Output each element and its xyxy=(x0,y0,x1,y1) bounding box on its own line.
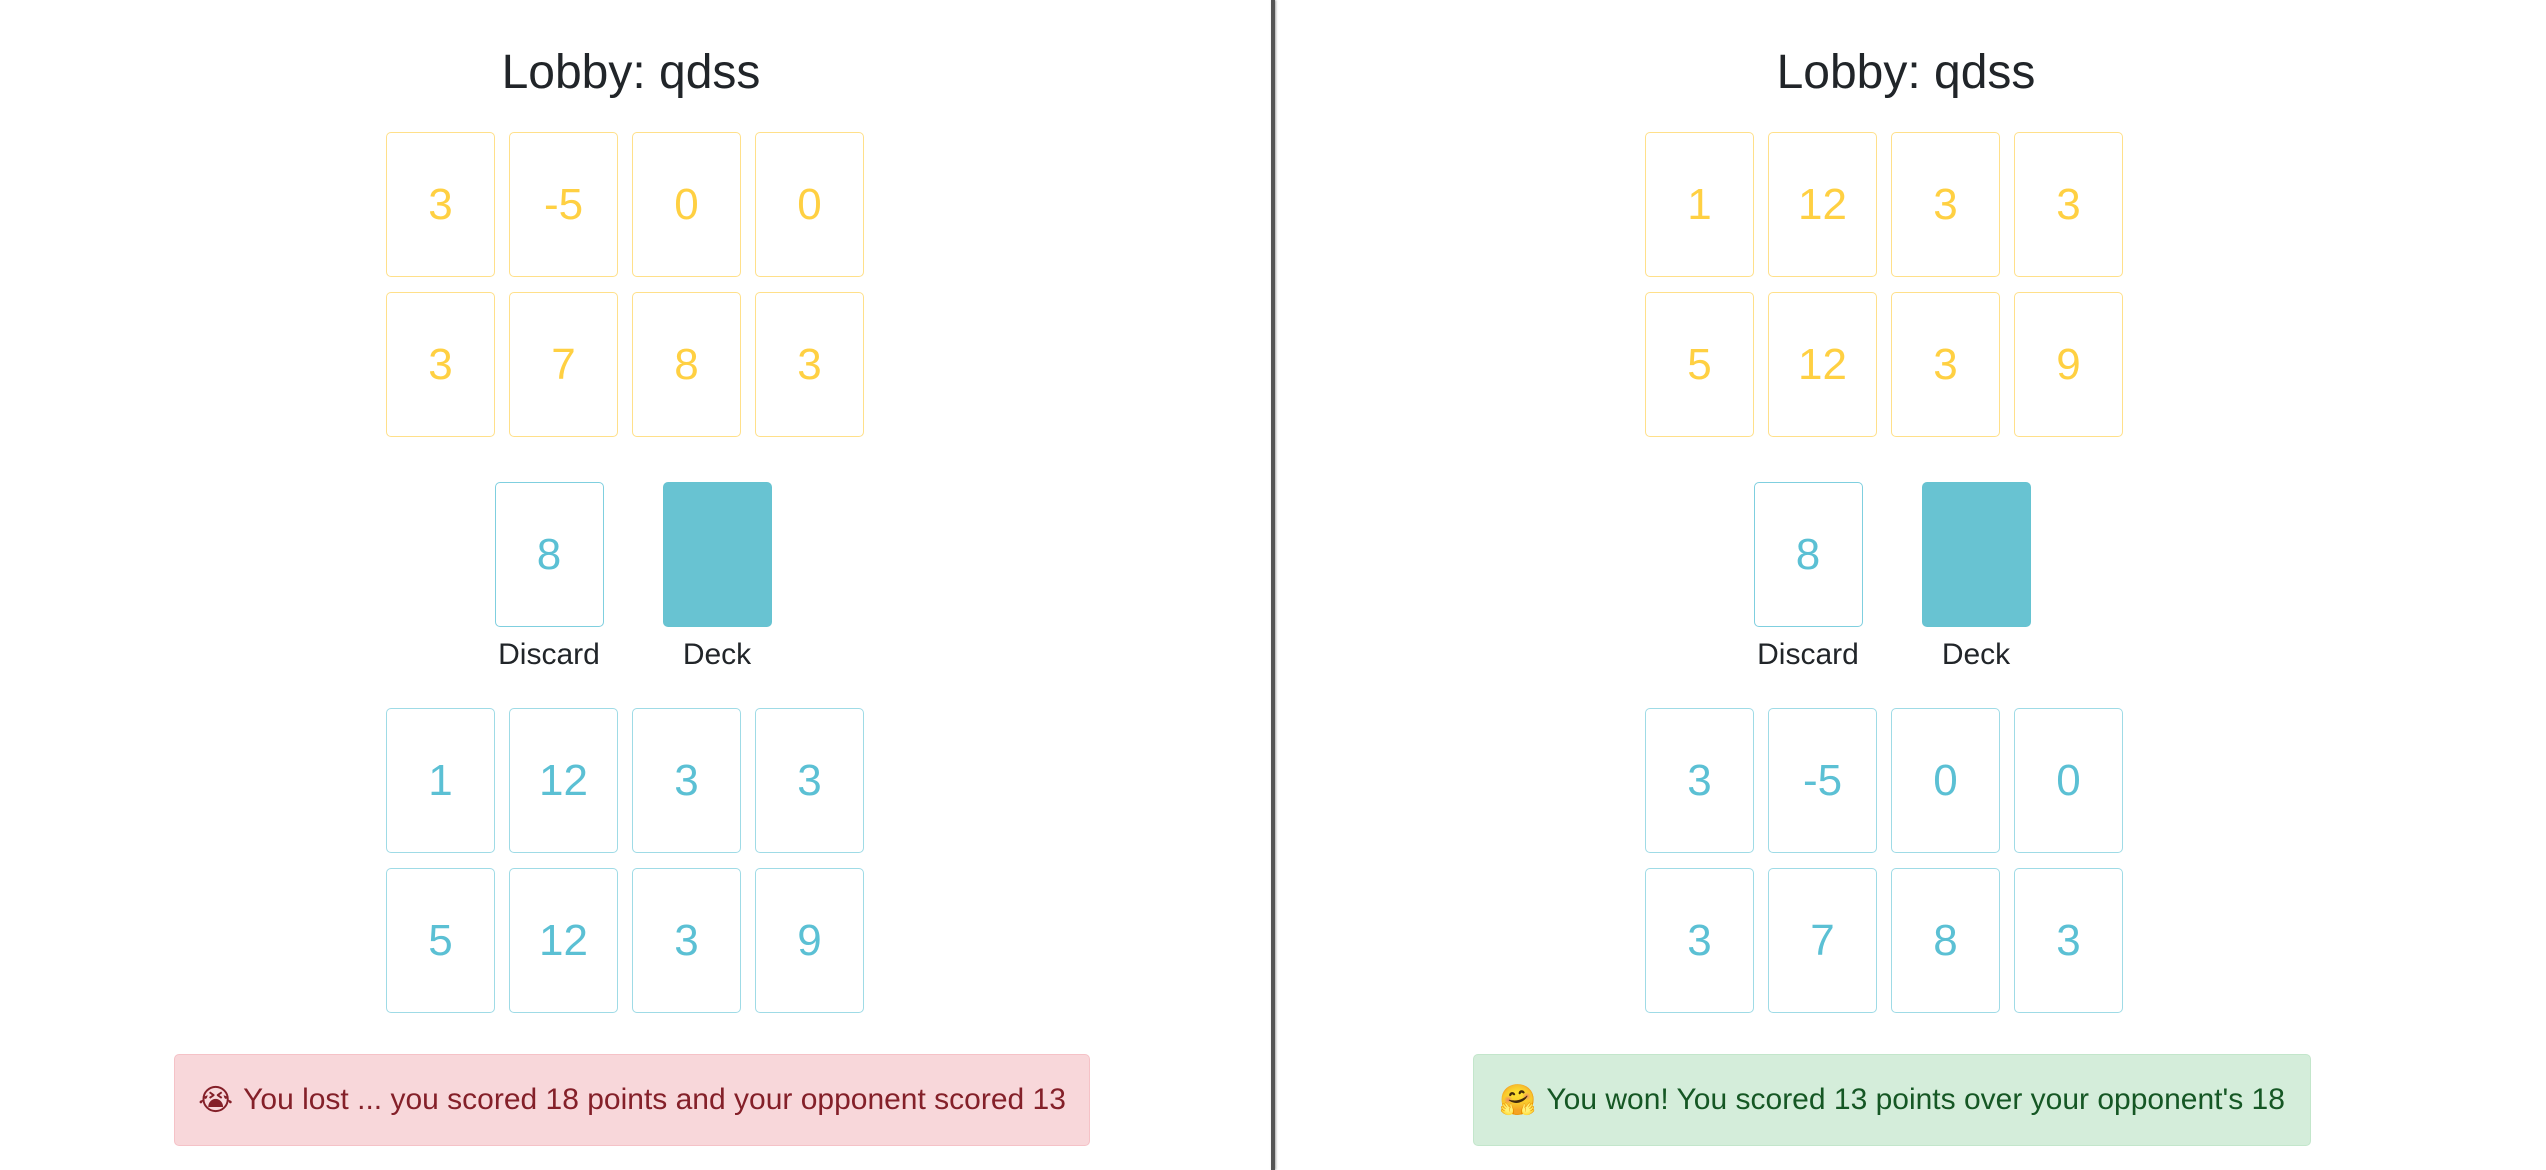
opponent-card: 3 xyxy=(755,292,864,437)
own-card[interactable]: 0 xyxy=(2014,708,2123,853)
deck-card[interactable] xyxy=(662,482,772,627)
opponent-card: 3 xyxy=(1891,292,2000,437)
discard-label: Discard xyxy=(498,638,600,671)
own-card[interactable]: 12 xyxy=(509,868,618,1013)
own-card[interactable]: 3 xyxy=(632,868,741,1013)
own-card[interactable]: 3 xyxy=(2014,868,2123,1013)
opponent-card: 5 xyxy=(1645,292,1754,437)
opponent-card: 3 xyxy=(1891,132,2000,277)
discard-card[interactable]: 8 xyxy=(1753,482,1863,627)
opponent-card: 12 xyxy=(1768,132,1877,277)
opponent-card: 9 xyxy=(2014,292,2123,437)
opponent-card: 1 xyxy=(1645,132,1754,277)
deck-pile: Deck xyxy=(662,482,772,675)
own-card[interactable]: -5 xyxy=(1768,708,1877,853)
deck-card[interactable] xyxy=(1921,482,2031,627)
opponent-card: 3 xyxy=(2014,132,2123,277)
discard-pile: 8 Discard xyxy=(1753,482,1863,675)
own-card[interactable]: 12 xyxy=(509,708,618,853)
game-result-text: You lost ... you scored 18 points and yo… xyxy=(243,1083,1066,1116)
opponent-card: 8 xyxy=(632,292,741,437)
deck-label: Deck xyxy=(682,638,752,671)
own-card[interactable]: 0 xyxy=(1891,708,2000,853)
own-card[interactable]: 9 xyxy=(755,868,864,1013)
opponent-card: -5 xyxy=(509,132,618,277)
own-card-grid: 1 12 3 3 5 12 3 9 xyxy=(386,708,864,1013)
lobby-title: Lobby: qdss xyxy=(501,46,761,99)
hugging-face-icon: 🤗 xyxy=(1499,1083,1537,1117)
own-card-grid: 3 -5 0 0 3 7 8 3 xyxy=(1645,708,2123,1013)
opponent-card-grid: 1 12 3 3 5 12 3 9 xyxy=(1645,132,2123,437)
screen: Lobby: qdss 3 -5 0 0 3 7 8 3 8 Discard D… xyxy=(0,0,2546,1170)
own-card[interactable]: 3 xyxy=(755,708,864,853)
deck-label: Deck xyxy=(1941,638,2011,671)
game-result-text: You won! You scored 13 points over your … xyxy=(1546,1083,2285,1116)
opponent-card: 0 xyxy=(755,132,864,277)
own-card[interactable]: 8 xyxy=(1891,868,2000,1013)
own-card[interactable]: 3 xyxy=(632,708,741,853)
opponent-card: 0 xyxy=(632,132,741,277)
discard-label: Discard xyxy=(1757,638,1859,671)
own-card[interactable]: 7 xyxy=(1768,868,1877,1013)
discard-pile: 8 Discard xyxy=(494,482,604,675)
own-card[interactable]: 1 xyxy=(386,708,495,853)
opponent-card: 7 xyxy=(509,292,618,437)
lobby-title: Lobby: qdss xyxy=(1776,46,2036,99)
opponent-card: 3 xyxy=(386,292,495,437)
crying-face-icon: 😭 xyxy=(198,1083,234,1117)
right-player-pane: Lobby: qdss 1 12 3 3 5 12 3 9 8 Discard … xyxy=(1275,0,2546,1170)
opponent-card: 12 xyxy=(1768,292,1877,437)
own-card[interactable]: 3 xyxy=(1645,868,1754,1013)
game-result-alert: 😭 You lost ... you scored 18 points and … xyxy=(174,1054,1090,1146)
game-result-alert: 🤗 You won! You scored 13 points over you… xyxy=(1473,1054,2311,1146)
deck-pile: Deck xyxy=(1921,482,2031,675)
left-player-pane: Lobby: qdss 3 -5 0 0 3 7 8 3 8 Discard D… xyxy=(0,0,1271,1170)
discard-card[interactable]: 8 xyxy=(494,482,604,627)
own-card[interactable]: 3 xyxy=(1645,708,1754,853)
opponent-card: 3 xyxy=(386,132,495,277)
own-card[interactable]: 5 xyxy=(386,868,495,1013)
opponent-card-grid: 3 -5 0 0 3 7 8 3 xyxy=(386,132,864,437)
